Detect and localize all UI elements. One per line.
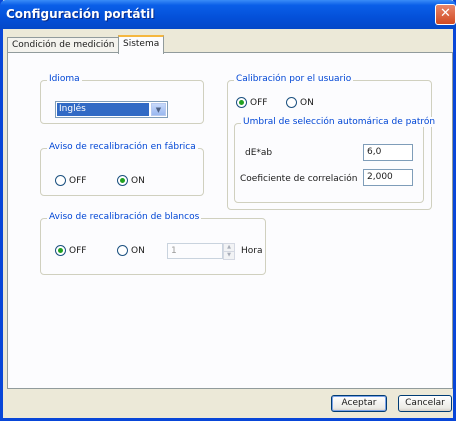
group-pattern-threshold: Umbral de selección automárica de patrón… [234,117,438,203]
radio-off-indicator [286,97,297,108]
radio-off-indicator [55,175,66,186]
tab-measurement-condition[interactable]: Condición de medición [7,37,120,53]
user-cal-off-label: OFF [250,97,268,108]
spin-down-icon[interactable]: ▼ [223,251,235,260]
white-recal-hours-input[interactable]: 1 [167,243,223,259]
group-factory-recalibration: Aviso de recalibración en fábrica OFF ON [40,142,204,196]
chevron-down-icon[interactable]: ▼ [151,103,166,116]
factory-recal-on-radio[interactable]: ON [117,175,145,186]
close-button[interactable]: ✕ [435,4,456,25]
factory-recal-on-label: ON [131,175,145,186]
radio-off-indicator [117,245,128,256]
group-user-calibration: Calibración por el usuario OFF ON Umbral… [227,74,438,210]
group-language-legend: Idioma [47,74,82,84]
language-select-value: Inglés [57,103,149,116]
window-title: Configuración portátil [6,7,155,21]
user-cal-on-label: ON [300,97,314,108]
hours-unit-label: Hora [241,246,263,256]
title-bar[interactable]: Configuración portátil ✕ [0,0,456,29]
cancel-button[interactable]: Cancelar [398,395,452,412]
user-cal-on-radio[interactable]: ON [286,97,314,108]
language-select[interactable]: Inglés ▼ [55,101,168,118]
correlation-label: Coeficiente de correlación [240,174,358,184]
ok-button[interactable]: Aceptar [331,395,387,412]
user-cal-off-radio[interactable]: OFF [236,97,267,108]
white-recal-off-radio[interactable]: OFF [55,245,86,256]
group-white-recalibration-legend: Aviso de recalibración de blancos [47,212,202,222]
radio-on-indicator [55,245,66,256]
group-pattern-threshold-legend: Umbral de selección automárica de patrón [241,117,438,127]
group-language: Idioma Inglés ▼ [40,74,204,124]
dEab-input[interactable]: 6,0 [363,144,413,161]
group-factory-recalibration-legend: Aviso de recalibración en fábrica [47,142,198,152]
tab-system[interactable]: Sistema [118,35,165,54]
factory-recal-off-label: OFF [69,175,87,186]
radio-on-indicator [236,97,247,108]
white-recal-on-radio[interactable]: ON [117,245,145,256]
factory-recal-off-radio[interactable]: OFF [55,175,86,186]
dEab-label: dE*ab [245,148,273,158]
close-icon: ✕ [440,6,451,21]
group-user-calibration-legend: Calibración por el usuario [234,74,354,84]
dialog-window: Configuración portátil ✕ Condición de me… [0,0,456,421]
correlation-input[interactable]: 2,000 [363,169,413,186]
white-recal-off-label: OFF [69,245,87,256]
tab-panel-system: Idioma Inglés ▼ Aviso de recalibración e… [7,52,453,389]
white-recal-on-label: ON [131,245,145,256]
radio-on-indicator [117,175,128,186]
group-white-recalibration: Aviso de recalibración de blancos OFF ON… [40,212,266,275]
